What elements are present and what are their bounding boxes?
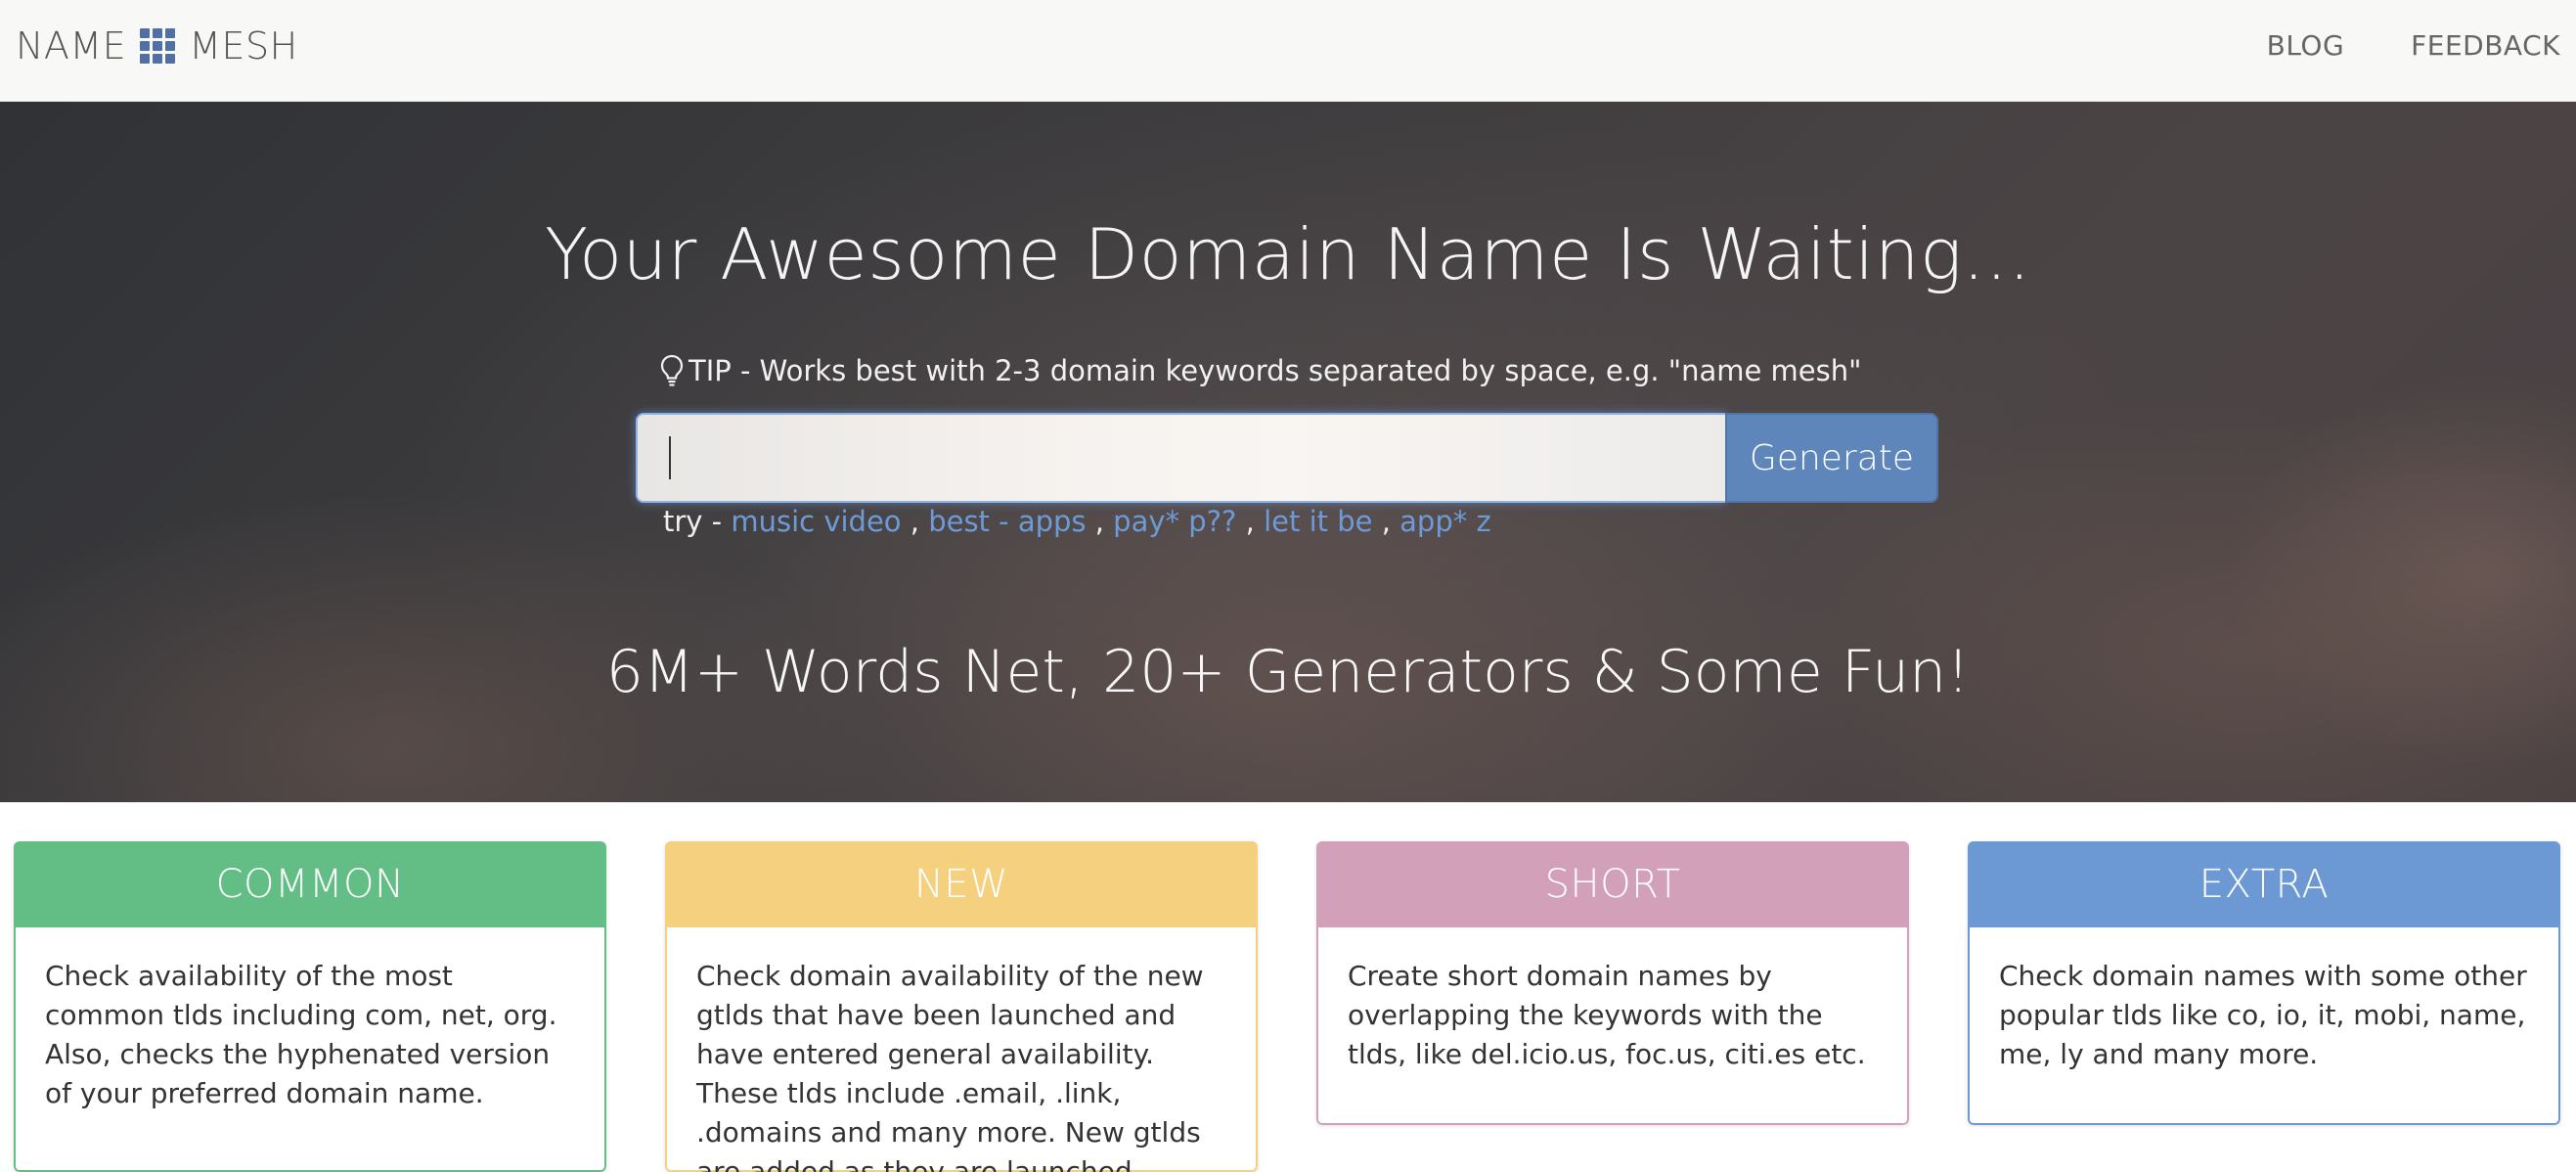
try-example-link[interactable]: best - apps bbox=[928, 505, 1086, 538]
nav-link-feedback[interactable]: FEEDBACK bbox=[2411, 29, 2560, 62]
nav-links: BLOG FEEDBACK bbox=[2267, 29, 2560, 62]
card-description: Create short domain names by overlapping… bbox=[1316, 927, 1909, 1125]
card-title: SHORT bbox=[1316, 841, 1909, 927]
navbar: NAME MESH BLOG FEEDBACK bbox=[0, 0, 2576, 102]
try-label: try - bbox=[663, 505, 723, 538]
hero-section: Your Awesome Domain Name Is Waiting... T… bbox=[0, 102, 2576, 802]
card-short[interactable]: SHORT Create short domain names by overl… bbox=[1316, 841, 1909, 1125]
brand-logo[interactable]: NAME MESH bbox=[16, 22, 298, 70]
grid-icon bbox=[140, 28, 176, 64]
domain-keyword-input[interactable] bbox=[636, 413, 1725, 503]
try-example-link[interactable]: app* z bbox=[1399, 505, 1491, 538]
separator: , bbox=[901, 505, 929, 538]
separator: , bbox=[1236, 505, 1265, 538]
card-title: EXTRA bbox=[1968, 841, 2560, 927]
separator: , bbox=[1086, 505, 1114, 538]
card-title: NEW bbox=[665, 841, 1258, 927]
tip-text: TIP - Works best with 2-3 domain keyword… bbox=[688, 354, 1862, 387]
card-common[interactable]: COMMON Check availability of the most co… bbox=[14, 841, 606, 1172]
try-example-link[interactable]: music video bbox=[731, 505, 901, 538]
try-example-link[interactable]: pay* p?? bbox=[1113, 505, 1236, 538]
generate-button[interactable]: Generate bbox=[1725, 413, 1938, 503]
search-form: Generate bbox=[636, 413, 1938, 503]
tip: TIP - Works best with 2-3 domain keyword… bbox=[659, 354, 1861, 387]
card-description: Check availability of the most common tl… bbox=[14, 927, 606, 1172]
hero-subtitle: 6M+ Words Net, 20+ Generators & Some Fun… bbox=[605, 638, 1971, 706]
card-description: Check domain availability of the new gtl… bbox=[665, 927, 1258, 1172]
card-extra[interactable]: EXTRA Check domain names with some other… bbox=[1968, 841, 2560, 1125]
lightbulb-icon bbox=[660, 354, 684, 386]
card-new[interactable]: NEW Check domain availability of the new… bbox=[665, 841, 1258, 1172]
feature-cards: COMMON Check availability of the most co… bbox=[14, 841, 2562, 1172]
separator: , bbox=[1372, 505, 1400, 538]
card-description: Check domain names with some other popul… bbox=[1968, 927, 2560, 1125]
card-title: COMMON bbox=[14, 841, 606, 927]
nav-link-blog[interactable]: BLOG bbox=[2267, 29, 2345, 62]
text-caret bbox=[669, 436, 671, 479]
try-example-link[interactable]: let it be bbox=[1264, 505, 1372, 538]
brand-text-mesh: MESH bbox=[189, 24, 298, 68]
try-examples: try - music video , best - apps , pay* p… bbox=[663, 505, 1491, 538]
brand-text-name: NAME bbox=[16, 24, 127, 68]
hero-title: Your Awesome Domain Name Is Waiting... bbox=[545, 213, 2031, 295]
